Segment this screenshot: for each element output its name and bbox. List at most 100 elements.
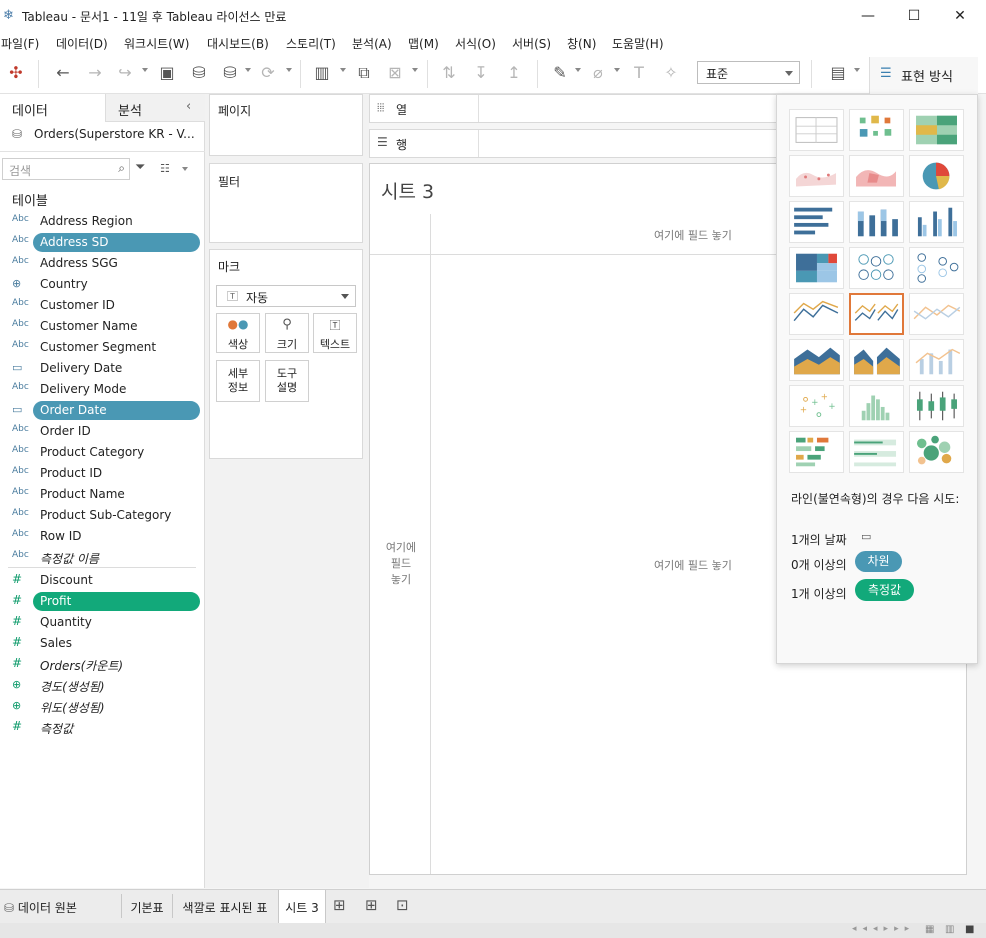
menu-file[interactable]: 파일(F) xyxy=(1,35,39,52)
chevron-down-icon[interactable] xyxy=(854,68,860,72)
swap-rows-columns-icon[interactable]: ⇅ xyxy=(438,62,460,84)
field-item[interactable]: # Sales xyxy=(0,633,205,654)
field-item[interactable]: Abc Product Sub-Category xyxy=(0,505,205,526)
replay-icon[interactable]: ↪ xyxy=(114,62,136,84)
columns-shelf[interactable]: ⦙⦙⦙ 열 xyxy=(369,94,779,123)
tab-sheet-basic[interactable]: 기본표 xyxy=(122,890,172,923)
color-button[interactable]: ●● 색상 xyxy=(216,313,260,353)
datasource-name[interactable]: Orders(Superstore KR - V... xyxy=(34,127,195,141)
collapse-pane-icon[interactable]: ‹ xyxy=(186,99,191,114)
menu-data[interactable]: 데이터(D) xyxy=(56,35,108,52)
chart-type-histogram[interactable] xyxy=(849,385,904,427)
close-button[interactable]: ✕ xyxy=(937,0,983,32)
menu-worksheet[interactable]: 워크시트(W) xyxy=(124,35,189,52)
rows-shelf[interactable]: ☰ 행 xyxy=(369,129,779,158)
chart-type-dual-line[interactable] xyxy=(909,293,964,335)
field-item[interactable]: Abc Product Name xyxy=(0,484,205,505)
group-members-icon[interactable]: ⌀ xyxy=(587,62,609,84)
tab-data-source[interactable]: ⛁ 데이터 원본 xyxy=(0,890,121,923)
field-item[interactable]: # 측정값 xyxy=(0,717,205,738)
menu-analysis[interactable]: 분석(A) xyxy=(352,35,392,52)
filters-shelf[interactable]: 필터 xyxy=(209,163,363,243)
drop-field-columns[interactable]: 여기에 필드 놓기 xyxy=(654,227,732,243)
field-item[interactable]: # Orders(카운트) xyxy=(0,654,205,675)
new-story-icon[interactable]: ⊡ xyxy=(396,890,418,923)
field-item[interactable]: Abc Customer Name xyxy=(0,316,205,337)
chevron-down-icon[interactable] xyxy=(142,68,148,72)
drop-field-rows[interactable]: 여기에 필드 놓기 xyxy=(378,540,424,588)
field-item[interactable]: ▭ Order Date xyxy=(0,400,205,421)
undo-icon[interactable]: ← xyxy=(52,62,74,84)
field-item[interactable]: Abc Order ID xyxy=(0,421,205,442)
menu-dashboard[interactable]: 대시보드(B) xyxy=(207,35,269,52)
chevron-down-icon[interactable] xyxy=(575,68,581,72)
chevron-down-icon[interactable] xyxy=(412,68,418,72)
menu-map[interactable]: 맵(M) xyxy=(408,35,439,52)
fix-axes-icon[interactable]: ✧ xyxy=(660,62,682,84)
field-item[interactable]: # Profit xyxy=(0,591,205,612)
redo-icon[interactable]: → xyxy=(84,62,106,84)
chevron-down-icon[interactable] xyxy=(340,68,346,72)
pause-update-icon[interactable]: ⛁ xyxy=(219,62,241,84)
field-item[interactable]: ⊕ 위도(생성됨) xyxy=(0,696,205,717)
chart-type-horizontal-bars[interactable] xyxy=(789,201,844,243)
field-item[interactable]: Abc Product ID xyxy=(0,463,205,484)
search-input[interactable]: 검색 ⌕ xyxy=(2,158,130,180)
clear-sheet-icon[interactable]: ⊠ xyxy=(384,62,406,84)
chart-type-dual-combination[interactable] xyxy=(909,339,964,381)
detail-button[interactable]: 세부 정보 xyxy=(216,360,260,402)
tableau-home-icon[interactable]: ✣ xyxy=(5,62,27,84)
chart-type-packed-bubbles[interactable] xyxy=(909,431,964,473)
sort-descending-icon[interactable]: ↥ xyxy=(503,62,525,84)
show-me-button[interactable]: ☰ 표현 방식 xyxy=(869,57,978,94)
menu-format[interactable]: 서식(O) xyxy=(455,35,496,52)
menu-help[interactable]: 도움말(H) xyxy=(612,35,664,52)
minimize-button[interactable]: — xyxy=(845,0,891,32)
chart-type-side-by-side-bars[interactable] xyxy=(909,201,964,243)
field-item[interactable]: # Quantity xyxy=(0,612,205,633)
sheet-navigation-icons[interactable]: ◂◂◂▸▸▸ xyxy=(852,924,915,934)
sheet-title[interactable]: 시트 3 xyxy=(381,177,434,204)
chart-type-symbol-map[interactable] xyxy=(789,155,844,197)
maximize-button[interactable]: ☐ xyxy=(891,0,937,32)
field-item[interactable]: Abc Address SD xyxy=(0,232,205,253)
new-dashboard-icon[interactable]: ⊞ xyxy=(365,890,387,923)
chart-type-pie-chart[interactable] xyxy=(909,155,964,197)
show-mark-labels-icon[interactable]: T xyxy=(628,62,650,84)
tab-sheet-3[interactable]: 시트 3 xyxy=(278,890,326,923)
chevron-down-icon[interactable] xyxy=(286,68,292,72)
chart-type-highlight-table[interactable] xyxy=(909,109,964,151)
field-item[interactable]: ▭ Delivery Date xyxy=(0,358,205,379)
chart-type-box-and-whisker[interactable] xyxy=(909,385,964,427)
field-item[interactable]: # Discount xyxy=(0,570,205,591)
new-worksheet-icon[interactable]: ▥ xyxy=(311,62,333,84)
new-datasource-icon[interactable]: ⛁ xyxy=(188,62,210,84)
drop-field-view[interactable]: 여기에 필드 놓기 xyxy=(654,557,732,573)
size-button[interactable]: ⚲ 크기 xyxy=(265,313,309,353)
chart-type-side-by-side-circles[interactable] xyxy=(909,247,964,289)
chart-type-stacked-bars[interactable] xyxy=(849,201,904,243)
chart-type-gantt-chart[interactable] xyxy=(789,431,844,473)
highlight-icon[interactable]: ✎ xyxy=(549,62,571,84)
menu-server[interactable]: 서버(S) xyxy=(512,35,551,52)
menu-window[interactable]: 창(N) xyxy=(567,35,596,52)
chart-type-filled-map[interactable] xyxy=(849,155,904,197)
chart-type-heat-map[interactable] xyxy=(849,109,904,151)
chevron-down-icon[interactable] xyxy=(245,68,251,72)
sheet-sorter-icon[interactable]: ▦ xyxy=(925,924,934,935)
save-icon[interactable]: ▣ xyxy=(156,62,178,84)
filmstrip-icon[interactable]: ▥ xyxy=(945,924,954,935)
field-item[interactable]: Abc 측정값 이름 xyxy=(0,547,205,568)
chart-type-area-continuous[interactable] xyxy=(789,339,844,381)
chart-type-circle-views[interactable] xyxy=(849,247,904,289)
field-item[interactable]: Abc Customer ID xyxy=(0,295,205,316)
tabs-view-icon[interactable]: ■ xyxy=(965,924,974,935)
chart-type-text-table[interactable] xyxy=(789,109,844,151)
pages-shelf[interactable]: 페이지 xyxy=(209,94,363,156)
chart-type-area-discrete[interactable] xyxy=(849,339,904,381)
tab-data[interactable]: 데이터 xyxy=(0,94,105,122)
refresh-icon[interactable]: ⟳ xyxy=(257,62,279,84)
show-cards-icon[interactable]: ▤ xyxy=(827,62,849,84)
chart-type-treemap[interactable] xyxy=(789,247,844,289)
sort-ascending-icon[interactable]: ↧ xyxy=(470,62,492,84)
